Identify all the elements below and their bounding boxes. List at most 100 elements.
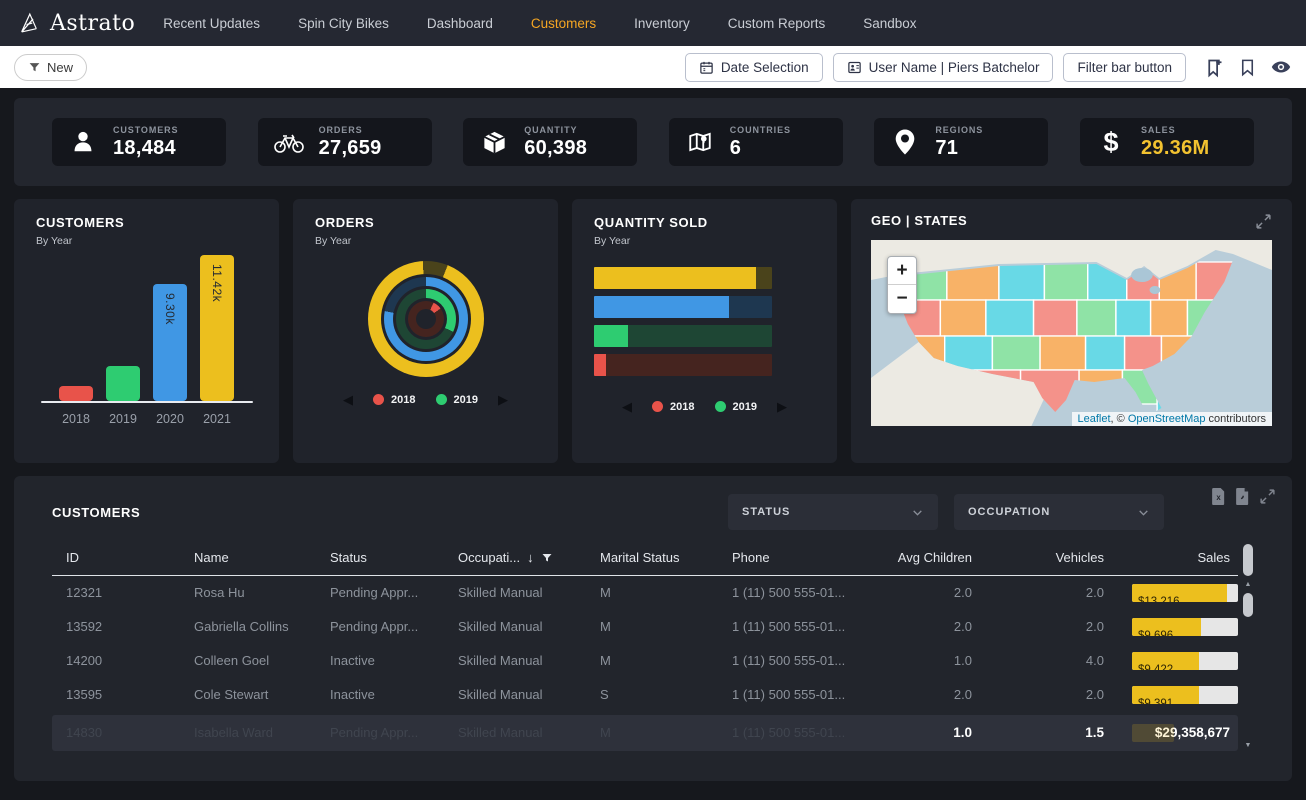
total-vehicles: 1.5 [980,715,1112,751]
legend-item-2018[interactable]: 2018 [373,394,415,406]
col-header-sales[interactable]: Sales [1112,544,1238,575]
ghost-cell: Skilled Manual [444,715,586,751]
status-dropdown[interactable]: STATUS [728,494,938,530]
user-name-button[interactable]: User Name | Piers Batchelor [833,53,1054,82]
new-filter-label: New [47,60,73,75]
map-zoom-control: + − [887,256,917,314]
export-excel-icon[interactable]: x [1211,488,1226,505]
bookmark-icon[interactable] [1238,58,1257,77]
nav-item-inventory[interactable]: Inventory [634,16,690,31]
nav-item-dashboard[interactable]: Dashboard [427,16,493,31]
column-filter-icon[interactable] [541,552,553,564]
scroll-down-arrow[interactable]: ▼ [1245,741,1252,751]
legend-next-button[interactable]: ▶ [777,400,787,413]
table-row[interactable]: 12321 Rosa Hu Pending Appr... Skilled Ma… [52,576,1238,610]
date-selection-button[interactable]: Date Selection [685,53,823,82]
location-pin-icon [888,128,922,156]
legend-item-2019[interactable]: 2019 [436,394,478,406]
osm-link[interactable]: OpenStreetMap [1128,413,1206,425]
expand-icon[interactable] [1255,213,1272,230]
top-navbar: Astrato Recent Updates Spin City Bikes D… [0,0,1306,46]
nav-item-customers[interactable]: Customers [531,16,596,31]
col-header-vehicles[interactable]: Vehicles [980,544,1112,575]
bicycle-icon [272,129,306,155]
ghost-cell: 14830 [52,715,180,751]
zoom-in-button[interactable]: + [888,257,916,285]
total-sales: $29,358,677 [1112,715,1238,751]
expand-icon[interactable] [1259,488,1276,505]
new-filter-button[interactable]: New [14,54,87,81]
table-row[interactable]: 13592 Gabriella Collins Pending Appr... … [52,610,1238,644]
col-header-avg-children[interactable]: Avg Children [876,544,980,575]
col-header-marital-status[interactable]: Marital Status [586,544,718,575]
hbar-2018[interactable] [594,354,772,376]
col-header-occupation[interactable]: Occupati... ↓ [444,544,586,575]
x-axis-labels: 2018 2019 2020 2021 [36,412,257,426]
zoom-out-button[interactable]: − [888,285,916,313]
total-avg-children: 1.0 [876,715,980,751]
nav-item-spin-city-bikes[interactable]: Spin City Bikes [298,16,389,31]
scrollbar-thumb[interactable] [1243,593,1253,617]
legend-prev-button[interactable]: ◀ [622,400,632,413]
filter-bar: New Date Selection User Name | Piers Bat… [0,46,1306,88]
orders-donut-chart[interactable] [368,261,484,377]
astrato-logo-icon [16,10,42,36]
customers-table-card: x CUSTOMERS STATUS OCCUPATION ID Name [14,476,1292,781]
table-row[interactable]: 13595 Cole Stewart Inactive Skilled Manu… [52,678,1238,712]
occupation-dropdown[interactable]: OCCUPATION [954,494,1164,530]
kpi-customers: CUSTOMERS 18,484 [52,118,226,166]
bar-2019[interactable] [106,366,140,401]
sort-desc-icon[interactable]: ↓ [527,550,534,565]
kpi-sales: $ SALES 29.36M [1080,118,1254,166]
legend-dot [652,401,663,412]
chart-title: QUANTITY SOLD [594,215,815,230]
us-states-map[interactable]: + − Leaflet, © OpenStreetMap contributor… [871,240,1272,426]
col-header-id[interactable]: ID [52,544,180,575]
nav-item-recent-updates[interactable]: Recent Updates [163,16,260,31]
sales-bar: $9,696 [1132,618,1238,636]
filter-bar-button[interactable]: Filter bar button [1063,53,1186,82]
legend-prev-button[interactable]: ◀ [343,393,353,406]
legend-item-2019[interactable]: 2019 [715,401,757,413]
table-totals-row: 14830 Isabella Ward Pending Appr... Skil… [52,715,1238,751]
kpi-value: 6 [730,137,791,160]
legend-item-2018[interactable]: 2018 [652,401,694,413]
col-header-status[interactable]: Status [316,544,444,575]
person-icon [66,129,100,155]
charts-row: CUSTOMERS By Year 9.30k 11.42k 2018 [14,199,1292,463]
hbar-2020[interactable] [594,296,772,318]
x-axis-line [41,401,253,403]
sales-bar: $13,216 [1132,584,1238,602]
bar-2020[interactable]: 9.30k [153,284,187,401]
funnel-icon [28,61,41,74]
user-name-label: User Name | Piers Batchelor [869,60,1040,75]
brand-name: Astrato [50,11,135,36]
bar-2021[interactable]: 11.42k [200,255,234,401]
bar-2018[interactable] [59,386,93,401]
col-header-name[interactable]: Name [180,544,316,575]
customers-bar-chart[interactable]: 9.30k 11.42k [36,255,257,401]
hbar-2019[interactable] [594,325,772,347]
ghost-cell: 1 (11) 500 555-01... [718,715,876,751]
export-document-icon[interactable] [1235,488,1250,505]
quantity-bar-chart[interactable] [594,267,815,376]
nav-item-sandbox[interactable]: Sandbox [863,16,916,31]
table-scrollbar[interactable]: ▲ ▼ [1242,544,1254,751]
hbar-2021[interactable] [594,267,772,289]
kpi-value: 60,398 [524,137,587,160]
nav-item-custom-reports[interactable]: Custom Reports [728,16,826,31]
bookmark-add-icon[interactable] [1204,57,1225,78]
scroll-up-arrow[interactable]: ▲ [1245,580,1252,590]
eye-icon[interactable] [1270,56,1292,78]
brand[interactable]: Astrato [16,10,135,36]
table-row[interactable]: 14200 Colleen Goel Inactive Skilled Manu… [52,644,1238,678]
customers-by-year-card: CUSTOMERS By Year 9.30k 11.42k 2018 [14,199,279,463]
quantity-legend: ◀ 2018 2019 ▶ [594,400,815,413]
legend-next-button[interactable]: ▶ [498,393,508,406]
legend-dot [373,394,384,405]
map-icon [683,129,717,155]
col-header-phone[interactable]: Phone [718,544,876,575]
leaflet-link[interactable]: Leaflet [1078,413,1111,425]
kpi-panel: CUSTOMERS 18,484 ORDERS 27,659 QUANTITY … [14,98,1292,186]
scrollbar-thumb[interactable] [1243,544,1253,576]
